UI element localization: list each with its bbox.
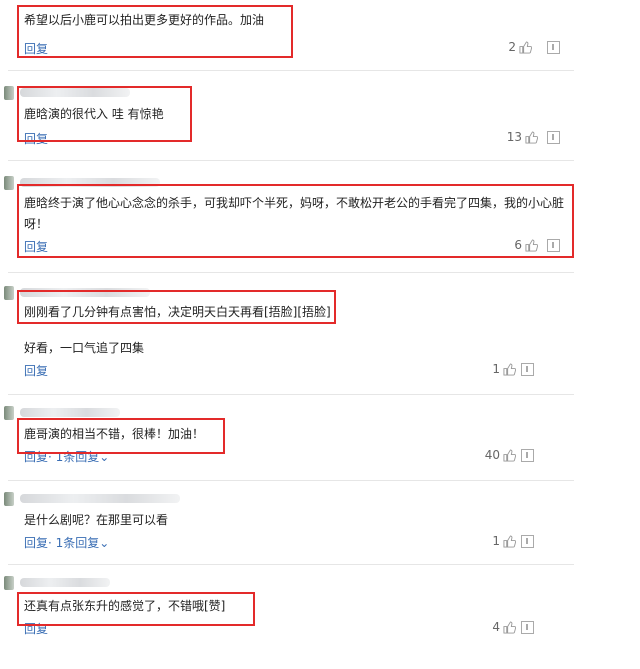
divider bbox=[8, 394, 574, 395]
username-blurred bbox=[20, 494, 180, 503]
comment-text: 鹿哥演的相当不错，很棒！加油！ bbox=[24, 427, 205, 441]
report-icon[interactable] bbox=[521, 621, 534, 634]
comment-text: 刚刚看了几分钟有点害怕，决定明天白天再看[捂脸][捂脸] bbox=[24, 305, 331, 319]
reply-label: 回复 bbox=[24, 536, 49, 550]
like-count: 6 bbox=[514, 238, 522, 252]
reply-link[interactable]: 回复· 1条回复⌄ bbox=[24, 534, 109, 551]
avatar bbox=[4, 86, 14, 100]
like-count: 1 bbox=[492, 362, 500, 376]
like-button[interactable]: 4 bbox=[492, 620, 516, 634]
like-count: 13 bbox=[506, 130, 522, 144]
thumbs-up-icon bbox=[503, 448, 516, 462]
comment-text: 是什么剧呢？在那里可以看 bbox=[24, 513, 169, 527]
divider bbox=[8, 480, 574, 481]
like-button[interactable]: 13 bbox=[507, 130, 538, 144]
reply-link[interactable]: 回复 bbox=[24, 40, 48, 57]
thumbs-up-icon bbox=[519, 40, 532, 54]
divider bbox=[8, 70, 574, 71]
like-count: 4 bbox=[492, 620, 500, 634]
divider bbox=[8, 160, 574, 161]
username-blurred bbox=[20, 88, 130, 97]
thumbs-up-icon bbox=[503, 362, 516, 376]
like-button[interactable]: 6 bbox=[514, 238, 538, 252]
expand-replies-link[interactable]: · 1条回复⌄ bbox=[48, 450, 109, 464]
report-icon[interactable] bbox=[547, 41, 560, 54]
username-blurred bbox=[20, 288, 150, 297]
like-button[interactable]: 40 bbox=[485, 448, 516, 462]
expand-replies-link[interactable]: · 1条回复⌄ bbox=[48, 536, 109, 550]
avatar bbox=[4, 492, 14, 506]
thumbs-up-icon bbox=[525, 238, 538, 252]
username-blurred bbox=[20, 408, 120, 417]
report-icon[interactable] bbox=[521, 363, 534, 376]
reply-link[interactable]: 回复 bbox=[24, 620, 48, 637]
comment-text: 希望以后小鹿可以拍出更多更好的作品。加油 bbox=[24, 13, 265, 27]
reply-link[interactable]: 回复 bbox=[24, 362, 48, 379]
divider bbox=[8, 564, 574, 565]
report-icon[interactable] bbox=[521, 535, 534, 548]
username-blurred bbox=[20, 178, 160, 187]
thumbs-up-icon bbox=[503, 620, 516, 634]
report-icon[interactable] bbox=[547, 239, 560, 252]
avatar bbox=[4, 176, 14, 190]
avatar bbox=[4, 406, 14, 420]
like-count: 1 bbox=[492, 534, 500, 548]
divider bbox=[8, 272, 574, 273]
comment-text: 鹿晗终于演了他心心念念的杀手，可我却吓个半死，妈呀，不敢松开老公的手看完了四集，… bbox=[24, 196, 565, 231]
like-button[interactable]: 1 bbox=[492, 362, 516, 376]
comment-text: 好看，一口气追了四集 bbox=[24, 341, 145, 355]
like-button[interactable]: 1 bbox=[492, 534, 516, 548]
comment-text: 鹿晗演的很代入 哇 有惊艳 bbox=[24, 107, 164, 121]
reply-label: 回复 bbox=[24, 450, 49, 464]
like-button[interactable]: 2 bbox=[508, 40, 532, 54]
reply-link[interactable]: 回复 bbox=[24, 130, 48, 147]
thumbs-up-icon bbox=[503, 534, 516, 548]
like-count: 2 bbox=[508, 40, 516, 54]
thumbs-up-icon bbox=[525, 130, 538, 144]
comment-text: 还真有点张东升的感觉了，不错哦[赞] bbox=[24, 599, 226, 613]
report-icon[interactable] bbox=[547, 131, 560, 144]
avatar bbox=[4, 286, 14, 300]
reply-link[interactable]: 回复· 1条回复⌄ bbox=[24, 448, 109, 465]
report-icon[interactable] bbox=[521, 449, 534, 462]
username-blurred bbox=[20, 578, 110, 587]
like-count: 40 bbox=[484, 448, 500, 462]
avatar bbox=[4, 576, 14, 590]
reply-link[interactable]: 回复 bbox=[24, 238, 48, 255]
